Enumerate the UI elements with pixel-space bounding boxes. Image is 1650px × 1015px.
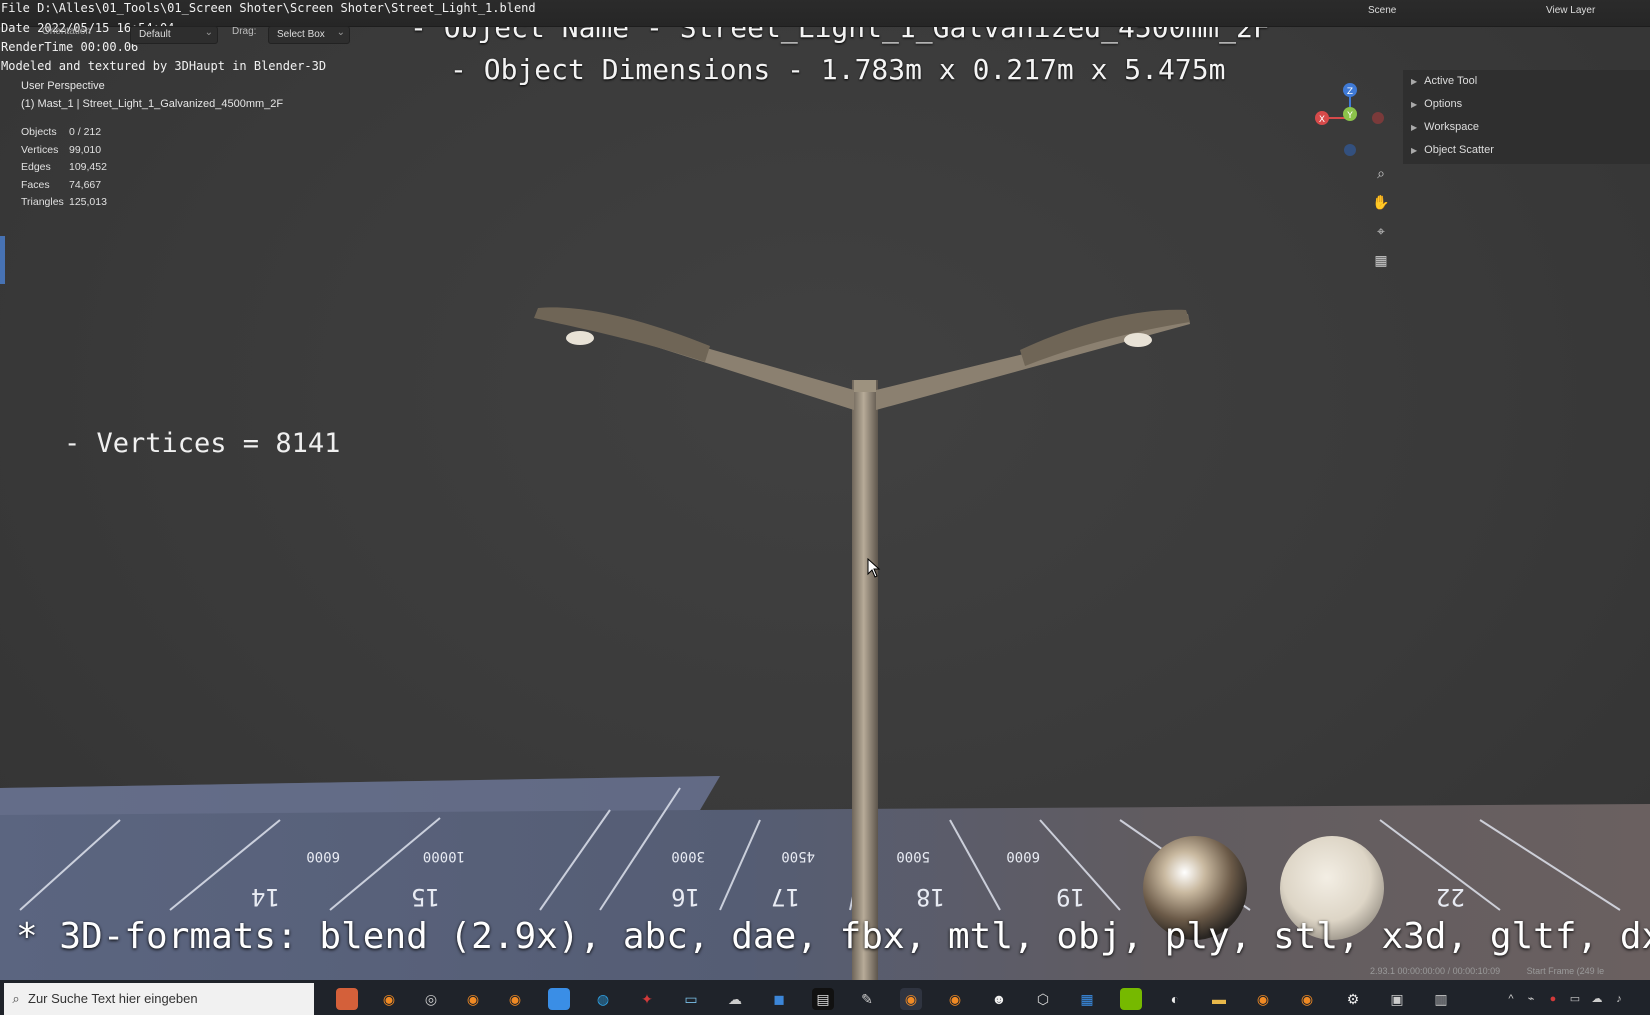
stat-label: Triangles [21,196,64,208]
stat-value: 109,452 [69,161,107,173]
blender-header: File D:\Alles\01_Tools\01_Screen Shoter\… [0,0,1650,27]
firefox-icon[interactable] [336,988,358,1010]
blender-icon[interactable]: ◉ [1296,988,1318,1010]
steam-icon[interactable]: ◎ [420,988,442,1010]
credit-stamp: Modeled and textured by 3DHaupt in Blend… [1,59,327,73]
active-object-path: (1) Mast_1 | Street_Light_1_Galvanized_4… [21,98,284,110]
pan-hand-icon[interactable]: ✋ [1368,189,1394,215]
nvidia-icon[interactable] [1120,988,1142,1010]
folder-icon[interactable]: ▬ [1208,988,1230,1010]
axis-z-label: Z [1347,87,1353,97]
perspective-label: User Perspective [21,80,105,92]
app-icon[interactable]: ▥ [1430,988,1452,1010]
floor-label: 22 [1436,883,1465,911]
stat-row: Vertices 99,010 [21,144,107,162]
floor-label: 14 [251,883,280,911]
blender-icon[interactable]: ◉ [944,988,966,1010]
stat-label: Edges [21,161,51,173]
view-layer-selector[interactable]: View Layer [1546,2,1595,20]
panel-object-scatter[interactable]: ▶ Object Scatter [1403,139,1650,162]
mouse-cursor-icon [867,558,881,578]
start-frame: Start Frame (249 le [1526,966,1605,976]
vertices-overlay: - Vertices = 8141 [64,428,341,459]
blender-active-icon[interactable]: ◉ [900,988,922,1010]
battery-icon[interactable]: ▭ [1564,988,1586,1010]
app-icon[interactable]: ▣ [1386,988,1408,1010]
stat-label: Vertices [21,143,59,156]
blender-icon[interactable]: ◉ [378,988,400,1010]
panel-item-label: Active Tool [1424,75,1478,87]
orientation-label: Orientation [42,26,91,37]
timeline-status: 2.93.1 00:00:00:00 / 00:00:10:09 Start F… [1370,966,1604,976]
scene-selector[interactable]: Scene [1368,2,1396,20]
panel-workspace[interactable]: ▶ Workspace [1403,116,1650,139]
orientation-dropdown[interactable]: Default [130,25,218,44]
drag-label: Drag: [232,26,257,37]
panel-item-label: Object Scatter [1424,144,1494,156]
stat-row: Edges 109,452 [21,161,107,179]
stat-value: 99,010 [69,143,102,156]
stat-label: Faces [21,178,50,191]
panel-item-label: Workspace [1424,121,1479,133]
version-time: 2.93.1 00:00:00:00 / 00:00:10:09 [1370,966,1501,976]
ortho-grid-icon[interactable]: ▦ [1368,247,1394,273]
app-icon[interactable]: ✦ [636,988,658,1010]
edge-icon[interactable]: ◍ [592,988,614,1010]
floor-label: 15 [411,883,440,911]
tray-chevron-icon[interactable]: ^ [1500,988,1522,1010]
sidebar-n-panel: ▶ Active Tool ▶ Options ▶ Workspace ▶ Object… [1403,70,1650,164]
terminal-icon[interactable]: ▤ [812,988,834,1010]
cloud-icon[interactable]: ☁ [1586,988,1608,1010]
scene-statistics: Objects 0 / 212 Vertices 99,010 Edges 109,4… [21,126,107,214]
panel-active-tool[interactable]: ▶ Active Tool [1403,70,1650,93]
floor-value: 10000 [423,848,465,864]
app-icon[interactable]: ☁ [724,988,746,1010]
formats-overlay: * 3D-formats: blend (2.9x), abc, dae, fb… [16,916,1650,957]
app-icon[interactable]: ✎ [856,988,878,1010]
blender-icon[interactable]: ◉ [462,988,484,1010]
drag-select-box-dropdown[interactable]: Select Box [268,25,350,44]
axis-x-label: X [1319,115,1325,125]
search-icon: ⌕ [12,991,20,1006]
volume-icon[interactable]: ♪ [1608,988,1630,1010]
blender-icon[interactable]: ◉ [504,988,526,1010]
axis-y-label: Y [1346,111,1353,121]
stat-row: Faces 74,667 [21,179,107,197]
panel-item-label: Options [1424,98,1463,110]
street-light-model[interactable] [520,300,1200,980]
stat-row: Triangles 125,013 [21,196,107,214]
stat-label: Objects [21,126,57,138]
toolbar-indicator [0,236,5,284]
calendar-icon[interactable]: ▦ [1076,988,1098,1010]
network-icon[interactable]: ⌁ [1520,988,1542,1010]
antivirus-icon[interactable]: ● [1542,988,1564,1010]
panda-icon[interactable]: ☻ [988,988,1010,1010]
stat-value: 125,013 [69,196,107,208]
stat-value: 74,667 [69,178,102,191]
camera-view-icon[interactable]: ⌖ [1368,218,1394,244]
stat-row: Objects 0 / 212 [21,126,107,144]
stat-value: 0 / 212 [69,126,102,138]
navigation-gizmo[interactable]: Z X Y [1310,78,1390,158]
taskbar-search-input[interactable]: ⌕ Zur Suche Text hier eingeben [4,983,314,1015]
notes-icon[interactable]: ▭ [680,988,702,1010]
search-placeholder: Zur Suche Text hier eingeben [28,991,198,1006]
cube-icon[interactable]: ⬡ [1032,988,1054,1010]
3d-viewport[interactable]: 14 15 16 17 18 19 22 6000 10000 3000 450… [0,0,1650,980]
file-path-stamp: File D:\Alles\01_Tools\01_Screen Shoter\… [1,1,536,15]
chat-icon[interactable]: ◼ [768,988,790,1010]
blender-icon[interactable]: ◉ [1252,988,1274,1010]
app-icon[interactable]: ◐ [1164,988,1186,1010]
floor-value: 6000 [306,848,340,864]
zoom-icon[interactable]: ⌕ [1368,160,1394,186]
object-dimensions-overlay: - Object Dimensions - 1.783m x 0.217m x … [450,53,1226,86]
settings-gear-icon[interactable]: ⚙ [1342,988,1364,1010]
panel-options[interactable]: ▶ Options [1403,93,1650,116]
mail-icon[interactable] [548,988,570,1010]
